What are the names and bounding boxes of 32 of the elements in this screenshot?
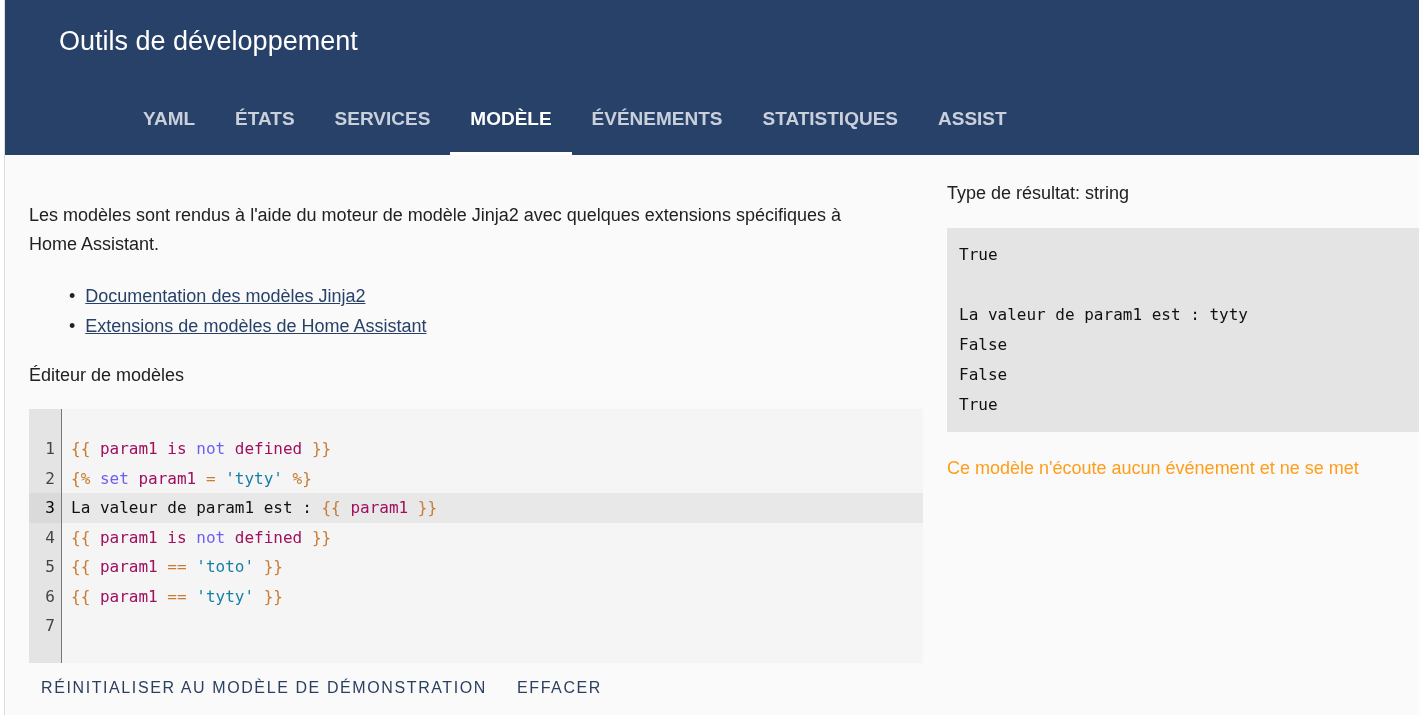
code-editor[interactable]: 1 2 3 4 5 6 7 {{ param1 is not defined }} {% set param1 = 'tyty' %} La valeur de param1 est : {{ param1 }} {{ param1 is not defined }} {{ param1 == 'toto' }} {{ param1 == 'tyty' }} (29, 409, 923, 663)
tab[interactable]: ÉTATS (215, 91, 315, 155)
code-line: {{ param1 is not defined }} (70, 526, 333, 549)
bullet: • (69, 315, 76, 338)
editor-label: Éditeur de modèles (29, 365, 186, 386)
bullet: • (69, 285, 76, 308)
tab[interactable]: ASSIST (918, 91, 1027, 155)
documentation-link[interactable]: Extensions de modèles de Home Assistant (85, 311, 427, 341)
tab[interactable]: YAML (123, 91, 216, 155)
line-number: 2 (44, 467, 56, 490)
text-button[interactable]: RÉINITIALISER AU MODÈLE DE DÉMONSTRATION (29, 671, 499, 705)
listener-notice: Ce modèle n'écoute aucun événement et ne se met (947, 458, 1360, 479)
code-line: {{ param1 == 'tyty' }} (70, 585, 284, 608)
result-output: True La valeur de param1 est : tyty False False True (947, 228, 1419, 432)
code-line: {{ param1 == 'toto' }} (70, 556, 284, 578)
text-button[interactable]: EFFACER (505, 671, 614, 705)
page-title: Outils de développement (59, 25, 359, 58)
intro-text: Les modèles sont rendus à l'aide du moteur de modèle Jinja2 avec quelques extensions spécifiques à Home Assistant. (29, 204, 842, 256)
line-number: 3 (29, 493, 61, 523)
result-type: Type de résultat: string (947, 183, 1131, 204)
line-number: 1 (44, 438, 56, 460)
tab[interactable]: ÉVÉNEMENTS (571, 91, 743, 155)
line-number: 4 (44, 526, 56, 549)
tab[interactable]: STATISTIQUES (742, 91, 918, 155)
code-line: {% set param1 = 'tyty' %} (70, 467, 313, 490)
code-line: {{ param1 is not defined }} (70, 438, 333, 460)
line-number: 6 (44, 585, 56, 608)
tab[interactable]: MODÈLE (450, 91, 572, 155)
line-number: 5 (44, 556, 56, 578)
line-number: 7 (44, 615, 56, 637)
tab[interactable]: SERVICES (314, 91, 451, 155)
documentation-link[interactable]: Documentation des modèles Jinja2 (85, 281, 366, 311)
